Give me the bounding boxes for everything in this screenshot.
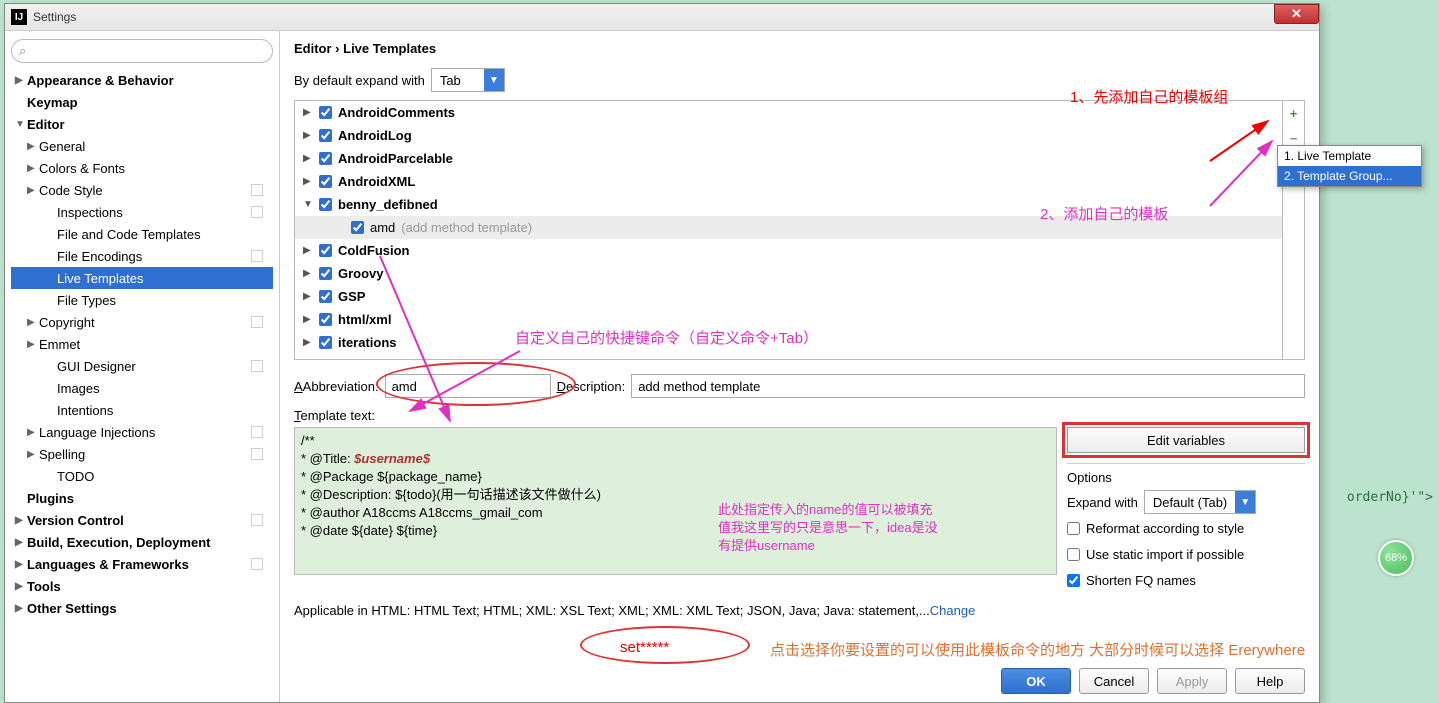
sidebar-item[interactable]: General [11, 135, 273, 157]
desc-label: Description: [557, 379, 626, 394]
sidebar-item[interactable]: Intentions [11, 399, 273, 421]
ok-button[interactable]: OK [1001, 668, 1071, 694]
coverage-badge: 68% [1378, 540, 1414, 576]
group-checkbox[interactable] [319, 244, 332, 257]
change-link[interactable]: Change [930, 603, 976, 618]
abbrev-label: AAbbreviation: [294, 379, 379, 394]
main-panel: Editor › Live Templates By default expan… [280, 31, 1319, 702]
sidebar-item[interactable]: Version Control [11, 509, 273, 531]
expand-select[interactable]: Tab▼ [431, 68, 505, 92]
applicable-contexts: Applicable in HTML: HTML Text; HTML; XML… [294, 603, 1305, 618]
expand-with-select[interactable]: Default (Tab)▼ [1144, 490, 1256, 514]
dialog-footer: OK Cancel Apply Help [1001, 668, 1305, 694]
annotation-ellipse-2 [580, 626, 750, 664]
window-title: Settings [33, 10, 76, 24]
annotation-text-5: set***** [620, 639, 669, 656]
template-group[interactable]: ▶html/xml [295, 308, 1282, 331]
template-group[interactable]: ▶iterations [295, 331, 1282, 354]
edit-variables-button[interactable]: Edit variables [1067, 427, 1305, 453]
cancel-button[interactable]: Cancel [1079, 668, 1149, 694]
sidebar-item[interactable]: Languages & Frameworks [11, 553, 273, 575]
group-checkbox[interactable] [319, 336, 332, 349]
expand-label: By default expand with [294, 73, 425, 88]
sidebar-item[interactable]: Language Injections [11, 421, 273, 443]
template-group[interactable]: ▶AndroidParcelable [295, 147, 1282, 170]
reformat-checkbox[interactable] [1067, 522, 1080, 535]
app-icon: IJ [11, 9, 27, 25]
sidebar-item[interactable]: Code Style [11, 179, 273, 201]
template-group[interactable]: ▶AndroidLog [295, 124, 1282, 147]
sidebar-item[interactable]: Build, Execution, Deployment [11, 531, 273, 553]
options-header: Options [1067, 470, 1305, 485]
template-text-area[interactable]: /** * @Title: $username$ * @Package ${pa… [294, 427, 1057, 575]
sidebar-item[interactable]: Appearance & Behavior [11, 69, 273, 91]
template-group[interactable]: ▶GSP [295, 285, 1282, 308]
sidebar-item[interactable]: Emmet [11, 333, 273, 355]
sidebar-item[interactable]: Editor [11, 113, 273, 135]
group-checkbox[interactable] [319, 152, 332, 165]
sidebar-item[interactable]: Spelling [11, 443, 273, 465]
titlebar: IJ Settings ✕ [5, 4, 1319, 31]
breadcrumb: Editor › Live Templates [294, 41, 1305, 56]
settings-tree[interactable]: Appearance & BehaviorKeymapEditorGeneral… [11, 69, 273, 702]
group-checkbox[interactable] [319, 175, 332, 188]
sidebar-item[interactable]: Copyright [11, 311, 273, 333]
sidebar-item[interactable]: Live Templates [11, 267, 273, 289]
add-popup-menu[interactable]: 1. Live Template 2. Template Group... [1277, 145, 1422, 187]
close-button[interactable]: ✕ [1274, 4, 1319, 24]
popup-item-template-group[interactable]: 2. Template Group... [1278, 166, 1421, 186]
search-input[interactable] [11, 39, 273, 63]
sidebar-item[interactable]: Tools [11, 575, 273, 597]
group-checkbox[interactable] [319, 198, 332, 211]
template-group[interactable]: ▶ColdFusion [295, 239, 1282, 262]
group-checkbox[interactable] [319, 290, 332, 303]
group-checkbox[interactable] [319, 267, 332, 280]
annotation-text-6: 点击选择你要设置的可以使用此模板命令的地方 大部分时候可以选择 Ererywhe… [770, 639, 1305, 660]
sidebar-item[interactable]: File Types [11, 289, 273, 311]
options-panel: Options Expand with Default (Tab)▼ Refor… [1067, 463, 1305, 591]
sidebar-item[interactable]: Keymap [11, 91, 273, 113]
sidebar-item[interactable]: Inspections [11, 201, 273, 223]
abbreviation-input[interactable] [385, 374, 551, 398]
group-checkbox[interactable] [351, 221, 364, 234]
popup-item-live-template[interactable]: 1. Live Template [1278, 146, 1421, 166]
sidebar-item[interactable]: GUI Designer [11, 355, 273, 377]
group-checkbox[interactable] [319, 313, 332, 326]
chevron-down-icon: ▼ [1235, 491, 1255, 513]
background-code-snippet: orderNo}'"> [1347, 490, 1433, 505]
chevron-down-icon: ▼ [484, 69, 504, 91]
settings-dialog: IJ Settings ✕ ⌕ Appearance & BehaviorKey… [4, 3, 1320, 703]
help-button[interactable]: Help [1235, 668, 1305, 694]
sidebar-item[interactable]: TODO [11, 465, 273, 487]
description-input[interactable] [631, 374, 1305, 398]
sidebar-item[interactable]: Other Settings [11, 597, 273, 619]
group-checkbox[interactable] [319, 129, 332, 142]
list-toolbar: + − ⧉ [1283, 100, 1305, 360]
apply-button[interactable]: Apply [1157, 668, 1227, 694]
group-checkbox[interactable] [319, 106, 332, 119]
search-wrap: ⌕ [11, 39, 273, 63]
template-group[interactable]: ▶AndroidComments [295, 101, 1282, 124]
sidebar-item[interactable]: Images [11, 377, 273, 399]
sidebar: ⌕ Appearance & BehaviorKeymapEditorGener… [5, 31, 280, 702]
sidebar-item[interactable]: File and Code Templates [11, 223, 273, 245]
template-item[interactable]: amd (add method template) [295, 216, 1282, 239]
template-group[interactable]: ▶AndroidXML [295, 170, 1282, 193]
search-icon: ⌕ [19, 43, 26, 59]
sidebar-item[interactable]: Plugins [11, 487, 273, 509]
sidebar-item[interactable]: Colors & Fonts [11, 157, 273, 179]
expand-with-label: Expand with [1067, 495, 1138, 510]
static-import-checkbox[interactable] [1067, 548, 1080, 561]
add-button[interactable]: + [1283, 101, 1304, 126]
template-group[interactable]: ▶Groovy [295, 262, 1282, 285]
template-groups-list[interactable]: ▶AndroidComments▶AndroidLog▶AndroidParce… [294, 100, 1283, 360]
sidebar-item[interactable]: File Encodings [11, 245, 273, 267]
template-group[interactable]: ▼benny_defibned [295, 193, 1282, 216]
shorten-fq-checkbox[interactable] [1067, 574, 1080, 587]
template-text-label: Template text: [294, 408, 1305, 423]
